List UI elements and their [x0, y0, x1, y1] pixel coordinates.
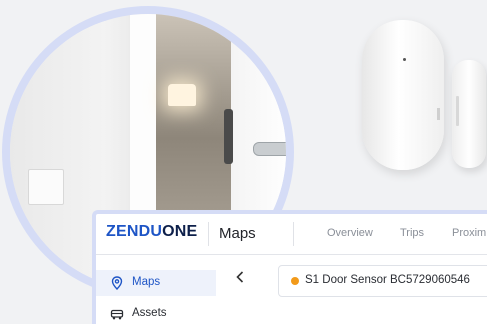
map-panel: S1 Door Sensor BC5729060546 — [222, 255, 487, 324]
map-pin-icon — [110, 276, 124, 291]
truck-icon — [110, 307, 124, 321]
light-switch-image — [28, 169, 64, 205]
sidebar-item-maps[interactable]: Maps — [96, 270, 216, 296]
tab-proximity[interactable]: Proxim — [452, 227, 486, 239]
device-status-dot — [291, 277, 299, 285]
header-divider — [293, 222, 294, 246]
device-selector[interactable]: S1 Door Sensor BC5729060546 — [278, 265, 487, 297]
sensor-magnet-image — [452, 60, 486, 168]
tab-trips[interactable]: Trips — [400, 227, 424, 239]
sidebar-item-assets[interactable]: Assets — [96, 301, 216, 324]
sidebar-item-label: Assets — [132, 307, 167, 319]
app-header: ZENDUONE Maps Overview Trips Proxim — [96, 214, 487, 255]
header-divider — [208, 222, 209, 246]
back-button[interactable] — [230, 269, 250, 291]
tab-overview[interactable]: Overview — [327, 227, 373, 239]
sensor-led — [403, 58, 406, 61]
sidebar: Maps Assets — [96, 255, 216, 324]
zenduone-logo[interactable]: ZENDUONE — [106, 223, 197, 241]
app-window: ZENDUONE Maps Overview Trips Proxim Maps — [92, 210, 487, 324]
logo-text-part2: ONE — [162, 223, 198, 240]
chevron-left-icon — [235, 271, 245, 288]
door-sensor-product-image — [362, 20, 444, 170]
magnet-slot — [456, 96, 459, 126]
door-handle-image — [253, 142, 286, 156]
wall — [10, 14, 105, 290]
sensor-ridge — [437, 108, 440, 120]
page-title: Maps — [219, 225, 256, 242]
door-sensor-mounted — [224, 109, 233, 164]
lamp-image — [168, 84, 196, 106]
device-name: S1 Door Sensor BC5729060546 — [305, 274, 470, 286]
sidebar-item-label: Maps — [132, 276, 161, 288]
logo-text-part1: ZENDU — [106, 223, 163, 240]
